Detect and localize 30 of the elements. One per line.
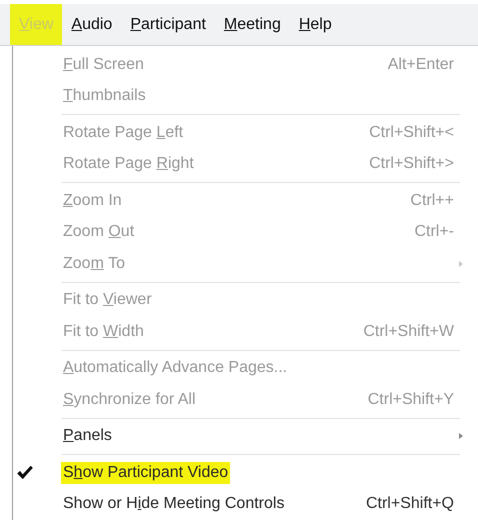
menu-item-label: Show or Hide Meeting Controls xyxy=(62,494,286,514)
shortcut-label: Ctrl+Shift+Q xyxy=(366,495,454,514)
menu-item-label: Rotate Page Left xyxy=(62,122,184,143)
shortcut-label: Ctrl+- xyxy=(414,223,454,242)
menu-title[interactable]: Participant xyxy=(121,4,215,45)
menu-item-label: Show Participant Video xyxy=(61,462,230,484)
menu-item-label: Thumbnails xyxy=(62,86,147,106)
menu-item-label: Synchronize for All xyxy=(62,390,197,410)
menu-item-label: Zoom To xyxy=(62,254,126,274)
menu-title[interactable]: View xyxy=(10,4,62,45)
menu-item-label: Panels xyxy=(62,426,113,446)
shortcut-label: Ctrl+Shift+Y xyxy=(368,390,454,409)
menu-item-label: Zoom In xyxy=(62,190,123,211)
menu-item[interactable]: Show or Hide Meeting Controls Ctrl+Shift+Q xyxy=(13,488,468,520)
shortcut-label: Ctrl+Shift+< xyxy=(369,124,454,142)
menu-title[interactable]: Meeting xyxy=(214,4,290,45)
menu-item-label: Full Screen xyxy=(62,54,145,75)
menu-item-label: Fit to Viewer xyxy=(62,290,153,310)
menu-item-label: Automatically Advance Pages... xyxy=(62,358,288,378)
menu-item-label: Zoom Out xyxy=(62,222,136,242)
menu-item-label: Rotate Page Right xyxy=(62,154,195,174)
menu-item[interactable]: Panels xyxy=(13,420,468,452)
shortcut-label: Ctrl+Shift+W xyxy=(363,322,454,341)
shortcut-label: Ctrl++ xyxy=(410,192,454,210)
menu-item-label: Fit to Width xyxy=(62,322,145,342)
menu-item[interactable]: Show Participant Video xyxy=(13,457,468,488)
shortcut-label: Alt+Enter xyxy=(388,56,454,74)
shortcut-label: Ctrl+Shift+> xyxy=(369,155,454,174)
menu-title[interactable]: Audio xyxy=(62,4,122,45)
menu-title[interactable]: Help xyxy=(290,4,341,45)
